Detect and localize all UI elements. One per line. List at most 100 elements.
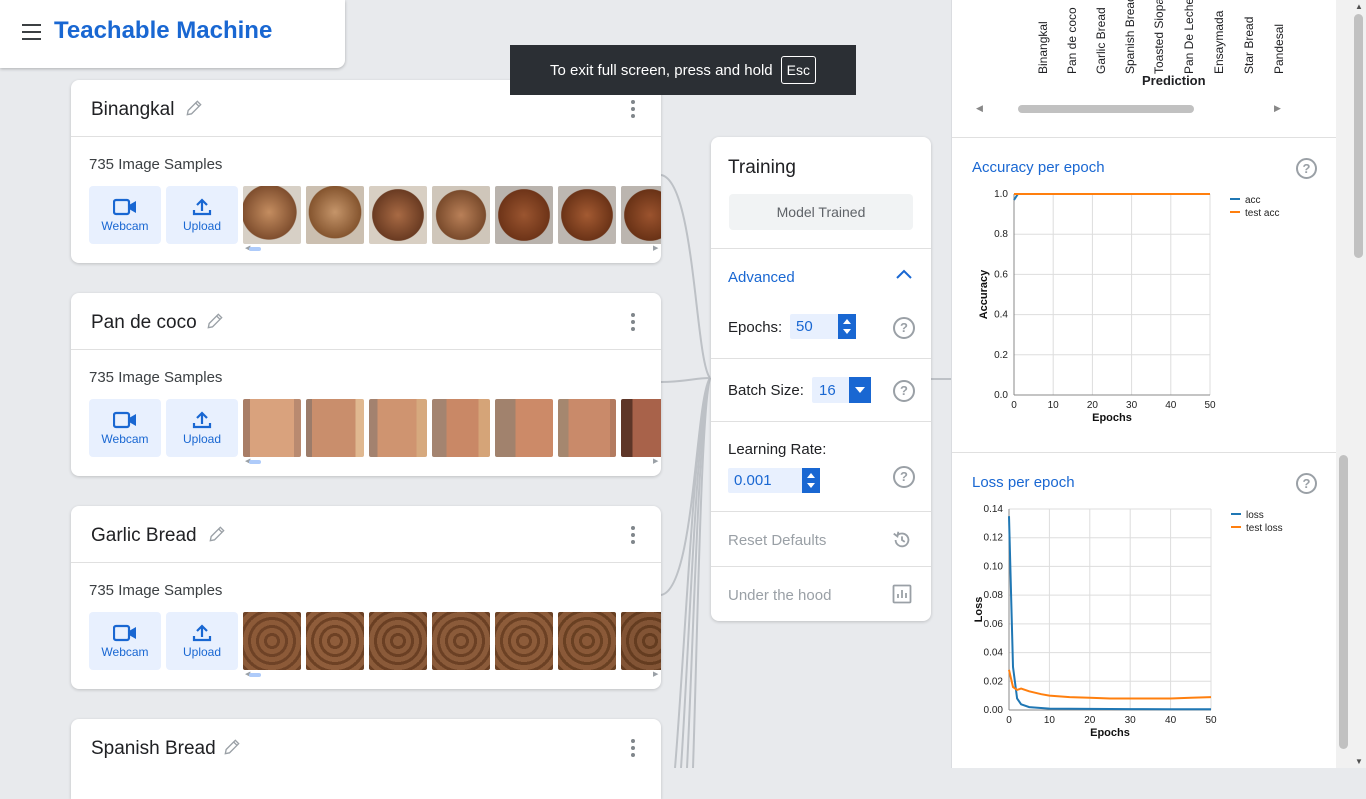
chevron-up-icon[interactable] <box>895 268 913 280</box>
scroll-up-arrow[interactable]: ▲ <box>1355 2 1363 11</box>
webcam-button[interactable]: Webcam <box>89 399 161 457</box>
sample-thumbnail[interactable] <box>558 186 616 244</box>
menu-icon[interactable] <box>22 24 41 40</box>
class-name[interactable]: Garlic Bread <box>91 525 197 547</box>
more-options-icon[interactable] <box>631 526 635 547</box>
epochs-help-icon[interactable]: ? <box>893 317 915 339</box>
sample-thumbnail[interactable] <box>306 612 364 670</box>
sample-thumbnails <box>243 612 661 670</box>
legend-label: test acc <box>1245 208 1279 219</box>
cm-scroll-left-arrow[interactable]: ◀ <box>976 103 983 114</box>
sample-thumbnail[interactable] <box>495 612 553 670</box>
epochs-value: 50 <box>796 318 813 335</box>
sample-thumbnail[interactable] <box>621 186 661 244</box>
webcam-button[interactable]: Webcam <box>89 612 161 670</box>
learning-rate-help-icon[interactable]: ? <box>893 466 915 488</box>
edit-pencil-icon[interactable] <box>207 524 227 544</box>
thumbnail-scrollbar[interactable] <box>249 247 261 251</box>
cm-horizontal-scrollbar[interactable] <box>1018 105 1194 113</box>
batch-size-help-icon[interactable]: ? <box>893 380 915 402</box>
webcam-icon <box>113 198 136 216</box>
edit-pencil-icon[interactable] <box>205 311 225 331</box>
upload-label: Upload <box>182 645 222 659</box>
x-tick-label: 40 <box>1165 400 1177 411</box>
reset-defaults-button[interactable]: Reset Defaults <box>728 532 826 549</box>
page-scrollbar-thumb[interactable] <box>1354 14 1363 258</box>
sample-thumbnail[interactable] <box>495 186 553 244</box>
class-card-pan-de-coco: Pan de coco 735 Image Samples Webcam Upl… <box>71 293 661 476</box>
edit-pencil-icon[interactable] <box>184 98 204 118</box>
panel-scrollbar-thumb[interactable] <box>1339 455 1348 749</box>
webcam-icon <box>113 411 136 429</box>
y-tick-label: 0.00 <box>984 705 1004 716</box>
sample-thumbnail[interactable] <box>558 612 616 670</box>
under-the-hood-button[interactable]: Under the hood <box>728 587 831 604</box>
cm-class-label: Spanish Bread <box>1123 0 1137 74</box>
advanced-toggle[interactable]: Advanced <box>728 269 795 286</box>
sample-thumbnail[interactable] <box>369 186 427 244</box>
upload-button[interactable]: Upload <box>166 186 238 244</box>
sample-thumbnail[interactable] <box>621 399 661 457</box>
scroll-right-arrow[interactable]: ▶ <box>653 670 658 678</box>
more-options-icon[interactable] <box>631 739 635 760</box>
thumbnail-scrollbar[interactable] <box>249 673 261 677</box>
x-tick-label: 50 <box>1204 400 1216 411</box>
scroll-right-arrow[interactable]: ▶ <box>653 244 658 252</box>
sample-thumbnail[interactable] <box>243 612 301 670</box>
sample-thumbnail[interactable] <box>306 186 364 244</box>
sample-count: 735 Image Samples <box>89 369 223 386</box>
more-options-icon[interactable] <box>631 100 635 121</box>
app-header: Teachable Machine <box>0 0 345 68</box>
class-card-header: Pan de coco <box>71 293 661 350</box>
epochs-input[interactable]: 50 <box>790 314 856 339</box>
batch-size-select[interactable]: 16 <box>812 377 871 403</box>
class-name[interactable]: Spanish Bread <box>91 738 216 760</box>
sample-thumbnail[interactable] <box>621 612 661 670</box>
upload-button[interactable]: Upload <box>166 612 238 670</box>
sample-thumbnail[interactable] <box>369 612 427 670</box>
divider <box>711 248 931 249</box>
sample-thumbnail[interactable] <box>432 186 490 244</box>
history-icon[interactable] <box>891 529 913 551</box>
sample-thumbnail[interactable] <box>432 612 490 670</box>
sample-thumbnail[interactable] <box>558 399 616 457</box>
cm-class-label: Pandesal <box>1272 23 1286 74</box>
sample-thumbnail[interactable] <box>243 399 301 457</box>
sample-thumbnail[interactable] <box>432 399 490 457</box>
accuracy-chart: 0 10 20 30 40 50 0.0 0.2 0.4 0.6 0.8 1.0 Epochs Accur… <box>978 189 1279 424</box>
thumbnail-scrollbar[interactable] <box>249 460 261 464</box>
webcam-button[interactable]: Webcam <box>89 186 161 244</box>
loss-help-icon[interactable]: ? <box>1296 473 1317 494</box>
sample-thumbnail[interactable] <box>243 186 301 244</box>
webcam-label: Webcam <box>101 219 149 233</box>
accuracy-help-icon[interactable]: ? <box>1296 158 1317 179</box>
cm-class-label: Ensaymada <box>1212 10 1226 74</box>
learning-rate-stepper[interactable] <box>802 468 820 493</box>
bar-chart-icon[interactable] <box>892 584 912 604</box>
x-axis-label: Epochs <box>1092 412 1132 424</box>
class-card-garlic-bread: Garlic Bread 735 Image Samples Webcam Up… <box>71 506 661 689</box>
sample-thumbnail[interactable] <box>306 399 364 457</box>
scroll-down-arrow[interactable]: ▼ <box>1355 757 1363 766</box>
legend-label: acc <box>1245 195 1261 206</box>
learning-rate-input[interactable]: 0.001 <box>728 468 820 493</box>
sample-thumbnail[interactable] <box>369 399 427 457</box>
scroll-right-arrow[interactable]: ▶ <box>653 457 658 465</box>
class-card-spanish-bread: Spanish Bread <box>71 719 661 799</box>
sample-thumbnail[interactable] <box>495 399 553 457</box>
divider <box>952 452 1337 453</box>
accuracy-chart-title: Accuracy per epoch <box>972 159 1105 176</box>
train-model-button[interactable]: Model Trained <box>729 194 913 230</box>
legend-label: loss <box>1246 510 1264 521</box>
upload-button[interactable]: Upload <box>166 399 238 457</box>
fullscreen-exit-notice: To exit full screen, press and hold Esc <box>510 45 856 95</box>
cm-scroll-right-arrow[interactable]: ▶ <box>1274 103 1281 114</box>
epochs-stepper[interactable] <box>838 314 856 339</box>
y-tick-label: 1.0 <box>994 189 1008 200</box>
class-name[interactable]: Binangkal <box>91 99 174 121</box>
class-name[interactable]: Pan de coco <box>91 312 197 334</box>
divider <box>711 421 931 422</box>
more-options-icon[interactable] <box>631 313 635 334</box>
batch-size-dropdown[interactable] <box>849 377 871 403</box>
edit-pencil-icon[interactable] <box>222 737 242 757</box>
